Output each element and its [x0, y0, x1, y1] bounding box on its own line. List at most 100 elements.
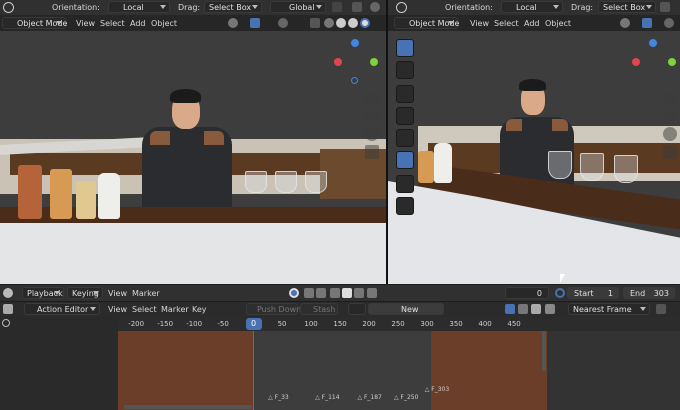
preview-range-icon[interactable]	[555, 288, 565, 298]
gizmo-neg-z[interactable]	[351, 77, 358, 84]
menu-view[interactable]: View	[108, 289, 127, 298]
search-icon[interactable]	[2, 319, 10, 327]
select-tool-icon[interactable]	[396, 39, 414, 57]
scrollbar-v[interactable]	[542, 331, 546, 371]
new-action-button[interactable]: New	[368, 303, 444, 315]
transform-orientation-dropdown[interactable]: Global	[270, 1, 326, 13]
gizmo-z-axis[interactable]	[649, 39, 657, 47]
timeline-marker[interactable]: △ F_33	[268, 394, 289, 401]
timeline-marker[interactable]: △ F_250	[394, 394, 418, 401]
gizmo-x-axis[interactable]	[632, 58, 640, 66]
mode-dropdown[interactable]: Object Mode	[2, 17, 67, 29]
mode-dropdown[interactable]: Object Mode	[394, 17, 459, 29]
action-browse-dropdown[interactable]	[348, 303, 366, 315]
start-frame-field[interactable]: Start 1	[567, 287, 619, 299]
menu-add[interactable]: Add	[524, 19, 540, 28]
menu-select[interactable]: Select	[494, 19, 519, 28]
editor-type-icon[interactable]	[3, 304, 13, 314]
keying-dropdown[interactable]: Keying	[67, 287, 103, 299]
menu-view[interactable]: View	[470, 19, 489, 28]
move-tool-icon[interactable]	[396, 85, 414, 103]
solid-shading-icon[interactable]	[336, 18, 346, 28]
current-frame-field[interactable]: 0	[505, 287, 549, 299]
warning-icon[interactable]	[531, 304, 541, 314]
drag-dropdown[interactable]: Select Box	[204, 1, 262, 13]
menu-add[interactable]: Add	[130, 19, 146, 28]
menu-view[interactable]: View	[76, 19, 95, 28]
current-frame-value: 0	[536, 289, 542, 298]
camera-icon[interactable]	[365, 127, 379, 141]
wireframe-shading-icon[interactable]	[324, 18, 334, 28]
transform-pivot-icon[interactable]	[396, 2, 407, 13]
play-icon[interactable]	[342, 288, 352, 298]
overlays-icon[interactable]	[664, 18, 674, 28]
menu-object[interactable]: Object	[151, 19, 177, 28]
prev-key-icon[interactable]	[316, 288, 326, 298]
orientation-dropdown[interactable]: Local	[108, 1, 170, 13]
editor-type-icon[interactable]	[3, 288, 13, 298]
viewport-right[interactable]	[388, 31, 680, 284]
record-icon[interactable]	[289, 288, 299, 298]
drag-dropdown[interactable]: Select Box	[598, 1, 656, 13]
orientation-dropdown[interactable]: Local	[501, 1, 563, 13]
push-down-button[interactable]: Push Down	[246, 303, 301, 315]
overlays-icon[interactable]	[278, 18, 288, 28]
menu-key[interactable]: Key	[192, 305, 207, 314]
proportional-edit-icon[interactable]	[352, 2, 362, 12]
more-icon[interactable]	[660, 2, 670, 12]
visibility-icon[interactable]	[228, 18, 238, 28]
scale-tool-icon[interactable]	[396, 129, 414, 147]
transform-tool-icon[interactable]	[396, 151, 414, 169]
transform-pivot-icon[interactable]	[3, 2, 14, 13]
perspective-grid-icon[interactable]	[663, 145, 677, 159]
timeline-marker[interactable]: △ F_303	[425, 386, 449, 393]
playhead-handle[interactable]: 0	[246, 318, 262, 330]
menu-object[interactable]: Object	[545, 19, 571, 28]
playback-dropdown[interactable]: Playback	[22, 287, 64, 299]
snap-icon[interactable]	[332, 2, 342, 12]
rotate-tool-icon[interactable]	[396, 107, 414, 125]
gizmo-toggle-icon[interactable]	[250, 18, 260, 28]
xray-icon[interactable]	[310, 18, 320, 28]
jacket-shoulder-right	[204, 131, 224, 145]
next-key-icon[interactable]	[354, 288, 364, 298]
play-reverse-icon[interactable]	[330, 288, 340, 298]
channel-region[interactable]	[0, 317, 118, 410]
proportional-icon[interactable]	[656, 304, 666, 314]
menu-marker[interactable]: Marker	[132, 289, 160, 298]
gizmo-y-axis[interactable]	[370, 58, 378, 66]
measure-tool-icon[interactable]	[396, 197, 414, 215]
gizmo-toggle-icon[interactable]	[642, 18, 652, 28]
end-frame-field[interactable]: End 303	[623, 287, 675, 299]
filter-icon[interactable]	[545, 304, 555, 314]
menu-select[interactable]: Select	[132, 305, 157, 314]
editor-mode-dropdown[interactable]: Action Editor	[24, 303, 100, 315]
filter-only-selected-icon[interactable]	[518, 304, 528, 314]
gizmo-x-axis[interactable]	[334, 58, 342, 66]
viewport-left[interactable]	[0, 31, 386, 284]
snap-dropdown[interactable]: Nearest Frame	[568, 303, 650, 315]
zoom-icon[interactable]	[663, 91, 677, 105]
gizmo-y-axis[interactable]	[668, 58, 676, 66]
pin-icon[interactable]	[505, 304, 515, 314]
perspective-grid-icon[interactable]	[365, 145, 379, 159]
menu-select[interactable]: Select	[100, 19, 125, 28]
timeline-marker[interactable]: △ F_187	[357, 394, 381, 401]
cursor-tool-icon[interactable]	[396, 61, 414, 79]
rendered-shading-icon[interactable]	[360, 18, 370, 28]
menu-view[interactable]: View	[108, 305, 127, 314]
annotate-tool-icon[interactable]	[396, 175, 414, 193]
material-shading-icon[interactable]	[348, 18, 358, 28]
menu-marker[interactable]: Marker	[161, 305, 189, 314]
camera-icon[interactable]	[663, 127, 677, 141]
zoom-icon[interactable]	[365, 91, 379, 105]
visibility-icon[interactable]	[620, 18, 630, 28]
gizmo-z-axis[interactable]	[351, 39, 359, 47]
pan-hand-icon[interactable]	[365, 109, 379, 123]
stash-button[interactable]: Stash	[300, 303, 338, 315]
timeline-marker[interactable]: △ F_114	[315, 394, 339, 401]
pan-hand-icon[interactable]	[663, 109, 677, 123]
jump-start-icon[interactable]	[304, 288, 314, 298]
jump-end-icon[interactable]	[367, 288, 377, 298]
overlay-icon[interactable]	[370, 2, 380, 12]
